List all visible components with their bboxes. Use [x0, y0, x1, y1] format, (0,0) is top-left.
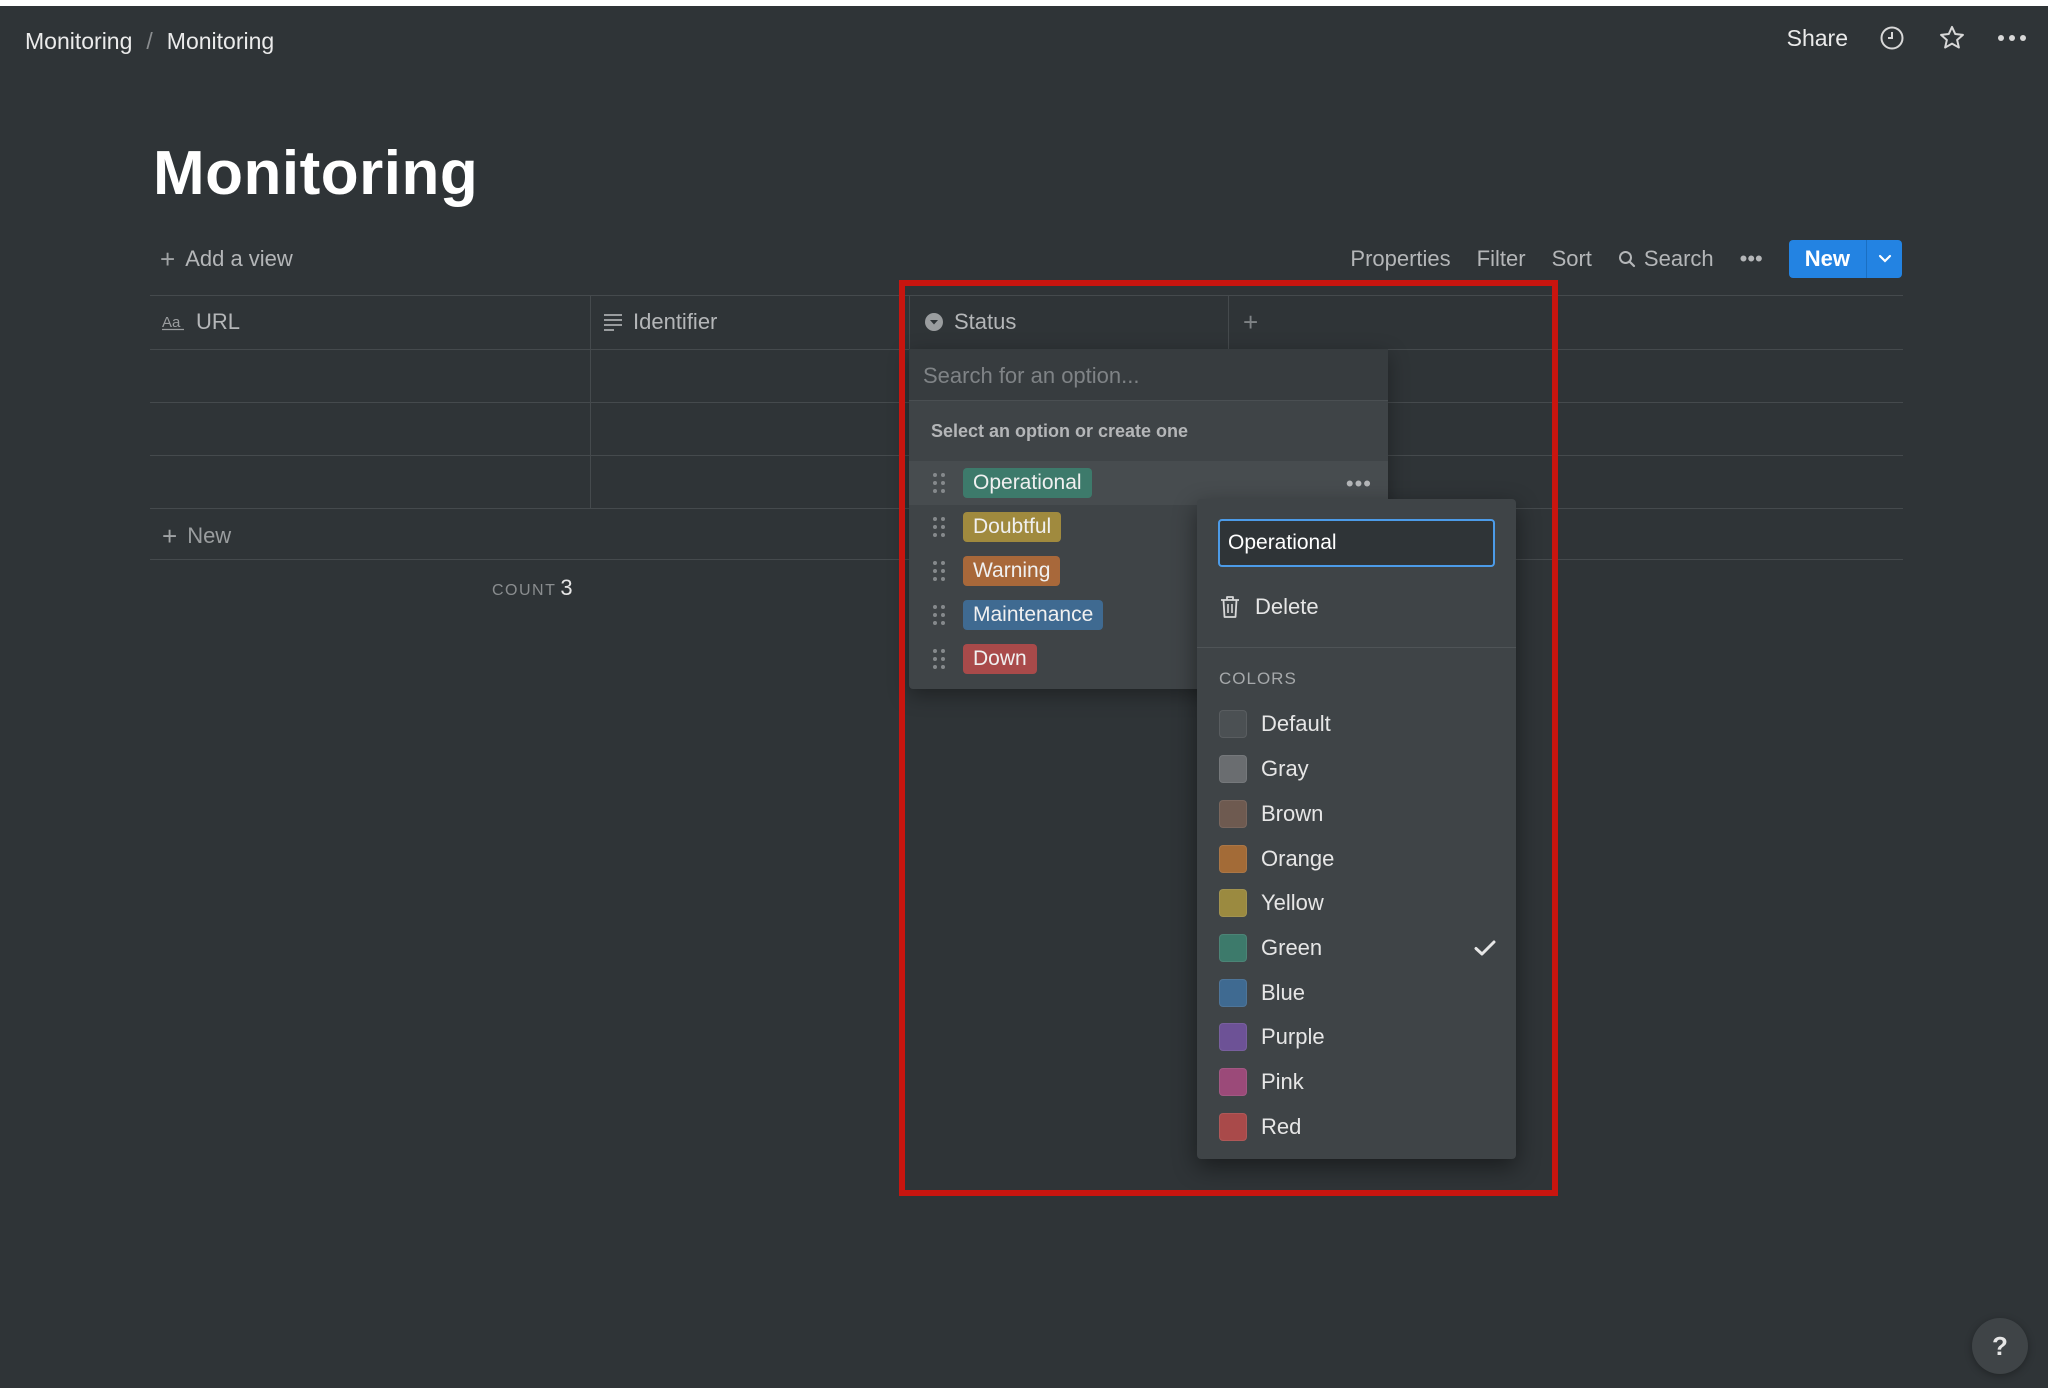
new-button-group: New [1788, 240, 1902, 278]
add-row-button[interactable]: + New [162, 523, 231, 549]
breadcrumb-item-page[interactable]: Monitoring [167, 28, 274, 55]
view-more-button[interactable]: ••• [1740, 246, 1763, 272]
column-divider [590, 295, 591, 508]
plus-icon: + [160, 244, 176, 274]
column-header-label: URL [196, 309, 241, 334]
svg-text:Aa: Aa [162, 314, 181, 331]
breadcrumb-separator: / [146, 28, 153, 54]
filter-button[interactable]: Filter [1477, 246, 1526, 272]
more-icon[interactable] [1996, 22, 2028, 54]
column-header-label: Identifier [633, 309, 718, 334]
add-view-button[interactable]: + Add a view [160, 246, 293, 272]
column-header-url[interactable]: Aa URL [162, 295, 582, 349]
top-bar: Monitoring / Monitoring Share [0, 6, 2048, 78]
help-button[interactable]: ? [1972, 1318, 2028, 1374]
row-count: COUNT 3 [492, 575, 573, 601]
new-dropdown-button[interactable] [1866, 240, 1902, 278]
star-icon[interactable] [1936, 22, 1968, 54]
lines-icon [604, 314, 622, 331]
top-actions: Share [1787, 22, 2028, 54]
add-view-label: Add a view [185, 246, 293, 271]
properties-button[interactable]: Properties [1350, 246, 1450, 272]
page-title[interactable]: Monitoring [153, 138, 478, 209]
highlight-box [899, 280, 1558, 1196]
view-toolbar: Properties Filter Sort Search ••• New [1350, 240, 1902, 278]
new-button[interactable]: New [1788, 240, 1866, 278]
add-row-label: New [187, 523, 232, 548]
breadcrumb-item-workspace[interactable]: Monitoring [25, 28, 132, 55]
search-button[interactable]: Search [1618, 246, 1714, 272]
breadcrumb: Monitoring / Monitoring [25, 28, 274, 55]
count-label: COUNT [492, 582, 557, 599]
search-icon [1618, 251, 1636, 268]
sort-button[interactable]: Sort [1552, 246, 1592, 272]
column-header-identifier[interactable]: Identifier [603, 295, 903, 349]
plus-icon: + [162, 521, 178, 551]
text-type-icon: Aa [162, 314, 184, 331]
count-value: 3 [560, 575, 573, 600]
chevron-down-icon [1878, 254, 1891, 263]
clock-icon[interactable] [1876, 22, 1908, 54]
share-button[interactable]: Share [1787, 25, 1848, 52]
search-label: Search [1643, 246, 1714, 271]
